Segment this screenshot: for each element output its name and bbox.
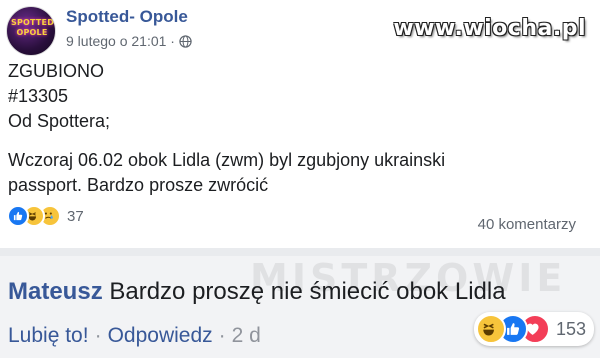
page-name[interactable]: Spotted- Opole	[66, 7, 188, 27]
post-text: ZGUBIONO #13305 Od Spottera; Wczoraj 06.…	[8, 59, 445, 198]
post-reactions[interactable]: 37	[7, 205, 84, 227]
post-date[interactable]: 9 lutego o 21:01 ·	[66, 33, 175, 49]
post: SPOTTED OPOLE Spotted- Opole 9 lutego o 2…	[0, 0, 600, 250]
comment: MISTRZOWIE Mateusz Bardzo proszę nie śmi…	[0, 256, 600, 358]
post-body-line: Wczoraj 06.02 obok Lidla (zwm) byl zgubj…	[8, 150, 446, 170]
comment-actions: Lubię to! · Odpowiedz · 2 d	[8, 324, 261, 347]
globe-icon	[179, 34, 192, 48]
divider	[0, 248, 600, 256]
reaction-count: 37	[67, 207, 84, 225]
comment-body: Mateusz Bardzo proszę nie śmiecić obok L…	[8, 278, 506, 306]
post-meta: 9 lutego o 21:01 ·	[66, 33, 192, 49]
like-comment-button[interactable]: Lubię to!	[8, 324, 89, 347]
page-avatar[interactable]: SPOTTED OPOLE	[6, 6, 56, 56]
post-line: Od Spottera;	[8, 111, 111, 131]
post-line: ZGUBIONO	[8, 61, 105, 81]
reply-button[interactable]: Odpowiedz	[108, 324, 213, 347]
comment-time[interactable]: 2 d	[232, 324, 261, 347]
like-icon	[7, 205, 29, 227]
comment-reactions[interactable]: 153	[473, 312, 594, 346]
comment-reaction-count: 153	[555, 318, 586, 339]
avatar-logo: SPOTTED OPOLE	[11, 18, 55, 37]
watermark: www.wiocha.pl	[393, 16, 586, 41]
post-body-line: passport. Bardzo prosze zwrócić	[8, 175, 269, 195]
comment-text: Bardzo proszę nie śmiecić obok Lidla	[109, 278, 506, 305]
haha-icon	[475, 314, 506, 344]
comments-count-link[interactable]: 40 komentarzy	[478, 216, 576, 233]
comment-author[interactable]: Mateusz	[8, 278, 103, 305]
post-line: #13305	[8, 86, 69, 106]
